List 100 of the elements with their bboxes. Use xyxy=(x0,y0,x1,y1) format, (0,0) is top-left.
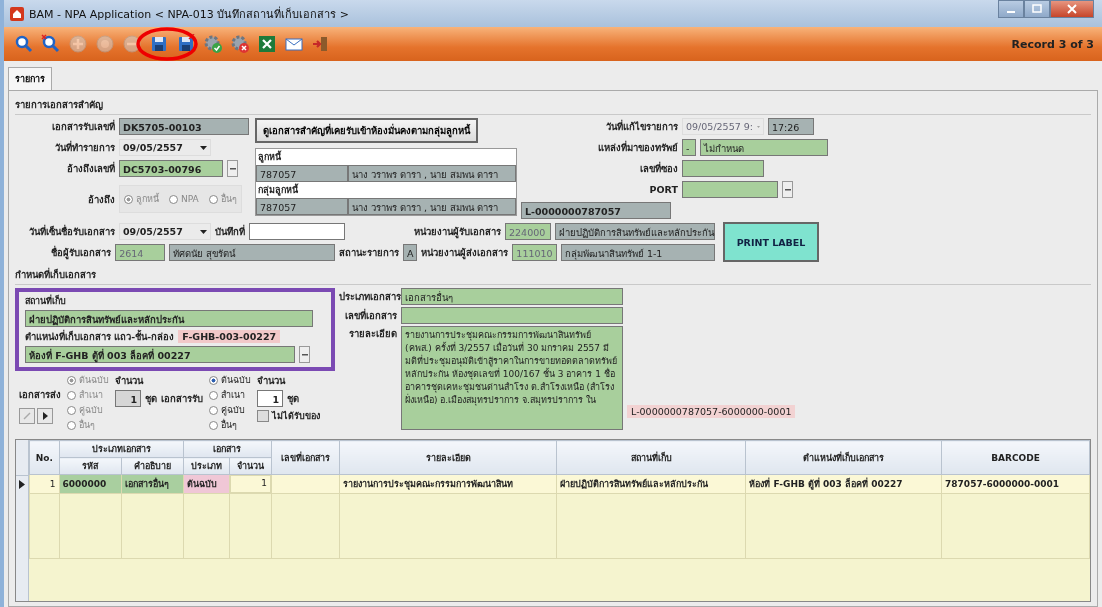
minimize-button[interactable] xyxy=(998,0,1024,18)
table-cell: 1 xyxy=(230,475,271,493)
detail-text-area[interactable]: รายงานการประชุมคณะกรรมการพัฒนาสินทรัพย์ (คพส.) ครั้งที่ 3/2557 เมื่อวันที่ 30 มกราคม 2557 มีมติที่ประชุมอนุมัติเข้าสู้ราคาในการขายทอดตลาดทรัพย์หลักประกัน ห้องชุดเลขที่ 100/167 ชั้น 3 อาคาร 1 ชื่ออาคารชุดเคหะชุมชนด่านสำโรง ต.สำโรงเหนือ (สำโรงฝั่งเหนือ) อ.เมืองสมุทรปราการ จ.สมุทรปราการ ใน xyxy=(401,326,623,430)
row-pointer-icon xyxy=(19,480,25,489)
asset-source-field: ไม่กำหนด xyxy=(700,139,828,156)
section-title: รายการเอกสารสำคัญ xyxy=(15,95,1091,115)
field-label: PORT xyxy=(648,184,678,195)
table-row[interactable]: 1 6000000 เอกสารอื่นๆ ต้นฉบับ 1 รายงานการประชุมคณะกรรมการพัฒนาสินท ฝ่ายปฏิบัติการสินทรัพย์และหลักประกัน ห้องที่ F-GHB ตู้ที่ 003 ล็อคที่ 00227 787057-6000000-0001 xyxy=(29,474,1090,494)
field-label: ชื่อผู้รับเอกสาร xyxy=(50,245,112,260)
column-header: เลขที่เอกสาร xyxy=(271,440,340,475)
date-dropdown[interactable]: 09/05/2557 xyxy=(119,139,211,156)
field-label: อ้างถึงเลขที่ xyxy=(66,161,115,176)
column-header: รายละเอียด xyxy=(339,440,557,475)
close-button[interactable] xyxy=(1050,0,1094,18)
column-header: สถานที่เก็บ xyxy=(556,440,746,475)
checkbox[interactable]: ไม่ได้รับของ xyxy=(257,409,320,423)
column-header: ตำแหน่งที่เก็บเอกสาร xyxy=(745,440,942,475)
unit-name-field: กลุ่มพัฒนาสินทรัพย์ 1-1 xyxy=(560,244,715,261)
column-header: เอกสาร xyxy=(183,440,272,458)
radio-option[interactable]: อื่นๆ xyxy=(209,418,251,432)
barcode-number: L-0000000787057-6000000-0001 xyxy=(627,405,796,418)
radio-option[interactable]: ต้นฉบับ xyxy=(209,373,251,387)
date-value: 09/05/2557 9: xyxy=(686,120,754,134)
caret-icon xyxy=(200,145,207,150)
lookup-button[interactable] xyxy=(782,181,793,198)
maximize-button[interactable] xyxy=(1024,0,1050,18)
field-label: เลขที่เอกสาร xyxy=(344,308,397,323)
field-label: วันที่แก้ไขรายการ xyxy=(605,119,678,134)
recipient-code-field: 2614 xyxy=(115,244,166,261)
date-value: 09/05/2557 xyxy=(123,225,183,239)
position-code: F-GHB-003-00227 xyxy=(178,330,281,343)
tab[interactable]: รายการ xyxy=(8,67,52,90)
lookup-button[interactable] xyxy=(227,160,238,177)
section-title: กำหนดที่เก็บเอกสาร xyxy=(15,265,1091,285)
minimize-icon xyxy=(1007,11,1015,13)
field-label: หน่วยงานผู้ส่งเอกสาร xyxy=(421,246,509,260)
date-dropdown[interactable]: 09/05/2557 xyxy=(119,223,211,240)
storage-place-field: ฝ่ายปฏิบัติการสินทรัพย์และหลักประกัน xyxy=(25,310,313,327)
debtor-group-code-field: 787057 xyxy=(256,198,348,215)
column-header: BARCODE xyxy=(941,440,1090,475)
debtor-group-name-field: นาง วราพร ดารา , นาย สมพน ดารา xyxy=(348,198,516,215)
dash-icon xyxy=(229,167,236,170)
maximize-icon xyxy=(1032,4,1042,14)
field-label: วันที่เซ็นชื่อรับเอกสาร xyxy=(28,224,115,239)
unit-label: ชุด xyxy=(287,392,299,406)
document-type-field: เอกสารอื่นๆ xyxy=(401,288,623,305)
highlight-circle xyxy=(136,27,198,61)
date-value: 09/05/2557 xyxy=(123,141,183,155)
recipient-name-field: ทัศดนัย สุขรัตน์ xyxy=(169,244,336,261)
radio-option[interactable]: สำเนา xyxy=(209,388,251,402)
field-label: จำนวน xyxy=(257,374,287,388)
field-label: กลุ่มลูกหนี้ xyxy=(257,182,300,198)
source-code-field: - xyxy=(682,139,696,156)
memo-number-field[interactable] xyxy=(249,223,345,240)
field-label: สถานะรายการ xyxy=(339,246,400,260)
reference-number-field[interactable]: DC5703-00796 xyxy=(119,160,223,177)
unit-code-field: 224000 xyxy=(505,223,551,240)
field-label: หน่วยงานผู้รับเอกสาร xyxy=(414,225,501,239)
field-label: อ้างถึง xyxy=(87,192,115,207)
column-header: ประเภทเอกสาร xyxy=(59,440,184,458)
field-label: สถานที่เก็บ xyxy=(25,294,67,308)
house-icon xyxy=(10,6,24,21)
dash-icon xyxy=(784,188,791,191)
document-number-field[interactable] xyxy=(401,307,623,324)
field-label: เอกสารรับเลขที่ xyxy=(51,119,115,134)
close-icon xyxy=(1067,4,1077,14)
lookup-button[interactable] xyxy=(299,346,310,363)
field-label: บันทึกที่ xyxy=(215,224,245,239)
field-label: รายละเอียด xyxy=(348,327,397,341)
port-field[interactable] xyxy=(682,181,778,198)
unit-label: ชุด xyxy=(145,392,157,406)
receipt-number-field[interactable]: DK5705-00103 xyxy=(119,118,249,135)
print-label-button[interactable]: PRINT LABEL xyxy=(723,222,819,262)
dash-icon xyxy=(301,353,308,356)
field-label: ตำแหน่งที่เก็บเอกสาร แถว-ชั้น-กล่อง xyxy=(25,329,175,344)
record-counter: Record 3 of 3 xyxy=(1011,37,1094,51)
play-icon[interactable] xyxy=(37,408,53,424)
unit-code-field: 111010 xyxy=(512,244,557,261)
loan-code-field: L-0000000787057 xyxy=(521,202,671,219)
time-field: 17:26 xyxy=(768,118,814,135)
storage-position-field[interactable]: ห้องที่ F-GHB ตู้ที่ 003 ล็อคที่ 00227 xyxy=(25,346,295,363)
field-label: เอกสารส่ง xyxy=(19,388,61,402)
window-title: BAM - NPA Application < NPA-013 บันทึกสถานที่เก็บเอกสาร > xyxy=(29,5,349,23)
field-label: วันที่ทำรายการ xyxy=(54,140,115,155)
column-header: No. xyxy=(29,440,59,475)
field-label: เลขที่ซอง xyxy=(639,161,678,176)
field-label: ลูกหนี้ xyxy=(257,149,283,165)
quantity-field[interactable]: 1 xyxy=(257,390,283,407)
debtor-name-field: นาง วราพร ดารา , นาย สมพน ดารา xyxy=(348,165,516,182)
view-documents-button[interactable]: ดูเอกสารสำคัญที่เคยรับเข้าห้องมั่นคงตามกลุ่มลูกหนี้ xyxy=(255,118,478,143)
quantity-field: 1 xyxy=(115,390,141,407)
unit-name-field: ฝ่ายปฏิบัติการสินทรัพย์และหลักประกัน xyxy=(555,223,715,240)
field-label: จำนวน xyxy=(115,374,145,388)
status-field: A xyxy=(403,244,418,261)
radio-option[interactable]: คู่ฉบับ xyxy=(209,403,251,417)
caret-icon xyxy=(200,229,207,234)
field-label: แหล่งที่มาของทรัพย์ xyxy=(597,140,678,155)
debtor-code-field: 787057 xyxy=(256,165,348,182)
date-dropdown[interactable]: 09/05/2557 9: xyxy=(682,118,764,135)
envelope-number-field[interactable] xyxy=(682,160,764,177)
